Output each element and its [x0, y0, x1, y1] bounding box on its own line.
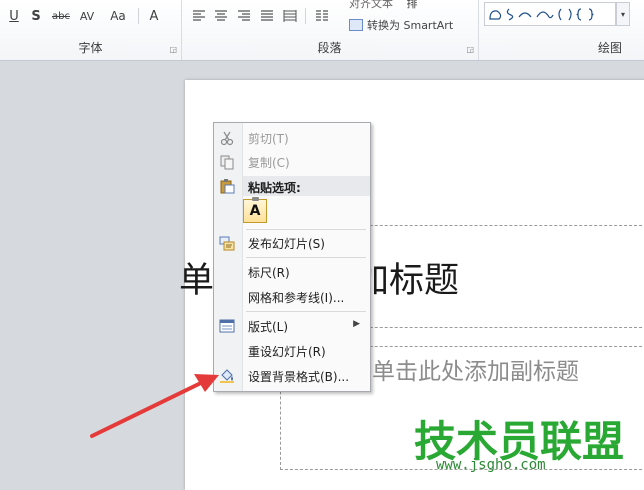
- annotation-arrow: [90, 374, 219, 438]
